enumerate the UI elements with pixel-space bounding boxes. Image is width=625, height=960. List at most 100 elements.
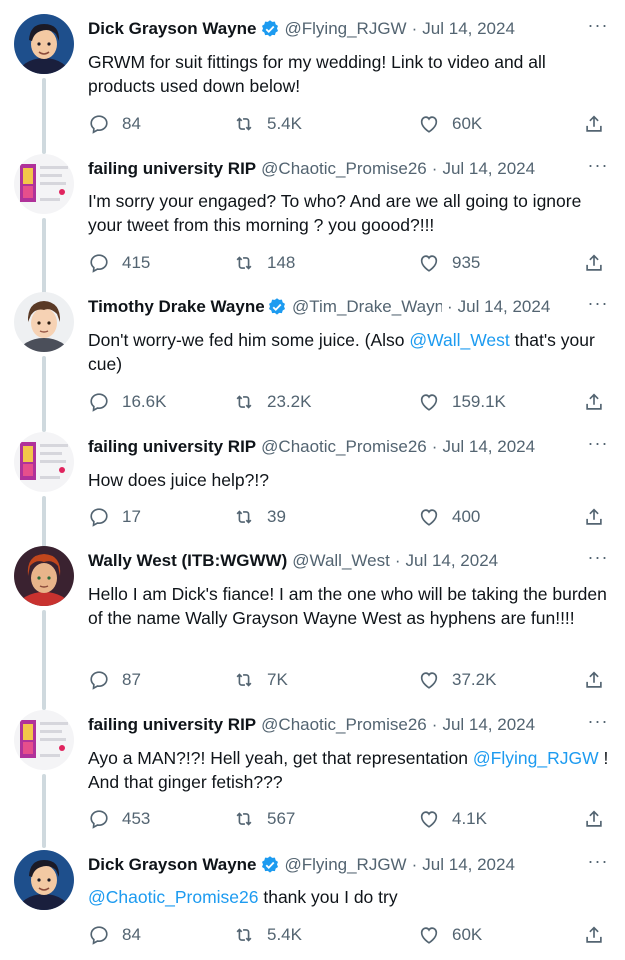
tweet-date[interactable]: Jul 14, 2024 [458, 297, 551, 317]
tweet-date[interactable]: Jul 14, 2024 [442, 715, 535, 735]
avatar[interactable] [14, 710, 74, 770]
mention-link[interactable]: @Flying_RJGW [473, 748, 599, 768]
like-button[interactable]: 4.1K [418, 807, 487, 831]
like-count: 4.1K [452, 809, 487, 828]
avatar[interactable] [14, 292, 74, 352]
share-button[interactable] [583, 112, 605, 136]
share-icon [586, 115, 602, 132]
retweet-count: 148 [267, 253, 296, 272]
author-name[interactable]: failing university RIP [88, 159, 256, 179]
mention-link[interactable]: @Chaotic_Promise26 [88, 887, 258, 907]
author-name[interactable]: Dick Grayson Wayne [88, 19, 257, 39]
reply-button[interactable]: 16.6K [88, 390, 166, 414]
author-handle[interactable]: @Chaotic_Promise26 [261, 437, 427, 457]
separator-dot: · [431, 715, 438, 734]
tweet-header: Wally West (ITB:WGWW) @Wall_West · Jul 1… [88, 546, 595, 576]
reply-count: 415 [122, 253, 151, 272]
more-options-icon[interactable]: ··· [587, 156, 609, 178]
more-options-icon[interactable]: ··· [587, 434, 609, 456]
thread-line [42, 356, 46, 432]
share-button[interactable] [583, 505, 605, 529]
verified-badge-icon [261, 20, 278, 37]
mention-link[interactable]: @Wall_West [409, 330, 509, 350]
like-count: 60K [452, 114, 483, 133]
author-name[interactable]: Timothy Drake Wayne [88, 297, 264, 317]
tweet-date[interactable]: Jul 14, 2024 [422, 19, 515, 39]
tweet-date[interactable]: Jul 14, 2024 [442, 159, 535, 179]
author-name[interactable]: failing university RIP [88, 715, 256, 735]
more-options-icon[interactable]: ··· [587, 294, 609, 316]
reply-button[interactable]: 17 [88, 505, 141, 529]
author-name[interactable]: Wally West (ITB:WGWW) [88, 551, 287, 571]
retweet-button[interactable]: 5.4K [233, 112, 302, 136]
tweet-header: failing university RIP @Chaotic_Promise2… [88, 710, 595, 740]
retweet-button[interactable]: 7K [233, 668, 288, 692]
heart-icon [420, 255, 438, 272]
tweet-date[interactable]: Jul 14, 2024 [442, 437, 535, 457]
reply-icon [90, 671, 108, 690]
author-handle[interactable]: @Chaotic_Promise26 [261, 715, 427, 735]
tweet-date[interactable]: Jul 14, 2024 [422, 855, 515, 875]
like-count: 400 [452, 507, 481, 526]
retweet-button[interactable]: 567 [233, 807, 295, 831]
tweet-actions: 17 39 400 [88, 505, 609, 529]
reply-button[interactable]: 84 [88, 112, 141, 136]
like-button[interactable]: 60K [418, 923, 482, 947]
more-options-icon[interactable]: ··· [587, 852, 609, 874]
tweet-date[interactable]: Jul 14, 2024 [406, 551, 499, 571]
avatar[interactable] [14, 546, 74, 606]
separator-dot: · [411, 855, 418, 874]
avatar[interactable] [14, 850, 74, 910]
tweet-text-part: Ayo a MAN?!?! Hell yeah, get that repres… [88, 748, 473, 768]
reply-icon [90, 115, 108, 134]
more-options-icon[interactable]: ··· [587, 16, 609, 38]
more-options-icon[interactable]: ··· [587, 548, 609, 570]
verified-badge-icon [269, 298, 285, 315]
reply-button[interactable]: 84 [88, 923, 141, 947]
reply-button[interactable]: 87 [88, 668, 141, 692]
heart-icon [420, 811, 438, 828]
author-handle[interactable]: @Chaotic_Promise26 [261, 159, 427, 179]
avatar[interactable] [14, 432, 74, 492]
tweet-header: failing university RIP @Chaotic_Promise2… [88, 432, 595, 462]
author-name[interactable]: failing university RIP [88, 437, 256, 457]
share-icon [586, 254, 602, 271]
retweet-count: 567 [267, 809, 296, 828]
more-options-icon[interactable]: ··· [587, 712, 609, 734]
thread-line [42, 78, 46, 154]
author-handle[interactable]: @Flying_RJGW [285, 19, 407, 39]
share-button[interactable] [583, 668, 605, 692]
avatar[interactable] [14, 154, 74, 214]
avatar[interactable] [14, 14, 74, 74]
tweet-text: Ayo a MAN?!?! Hell yeah, get that repres… [88, 746, 609, 794]
author-handle[interactable]: @Wall_West [292, 551, 390, 571]
author-name[interactable]: Dick Grayson Wayne [88, 855, 257, 875]
tweet-text-part: How does juice help?!? [88, 470, 269, 490]
retweet-count: 23.2K [267, 392, 312, 411]
share-button[interactable] [583, 251, 605, 275]
like-count: 60K [452, 925, 483, 944]
author-handle[interactable]: @Flying_RJGW [285, 855, 407, 875]
thread-line [42, 774, 46, 848]
heart-icon [420, 116, 438, 133]
reply-icon [90, 254, 108, 273]
retweet-icon [236, 673, 252, 687]
reply-button[interactable]: 453 [88, 807, 150, 831]
reply-button[interactable]: 415 [88, 251, 150, 275]
reply-count: 16.6K [122, 392, 167, 411]
share-button[interactable] [583, 807, 605, 831]
tweet-text-part: I'm sorry your engaged? To who? And are … [88, 191, 582, 235]
like-button[interactable]: 60K [418, 112, 482, 136]
like-button[interactable]: 37.2K [418, 668, 496, 692]
like-button[interactable]: 935 [418, 251, 480, 275]
share-button[interactable] [583, 923, 605, 947]
like-button[interactable]: 159.1K [418, 390, 506, 414]
like-button[interactable]: 400 [418, 505, 480, 529]
retweet-button[interactable]: 23.2K [233, 390, 311, 414]
retweet-button[interactable]: 39 [233, 505, 286, 529]
share-button[interactable] [583, 390, 605, 414]
author-handle[interactable]: @Tim_Drake_Wayne [292, 297, 442, 317]
retweet-button[interactable]: 148 [233, 251, 295, 275]
retweet-button[interactable]: 5.4K [233, 923, 302, 947]
reply-count: 84 [122, 114, 141, 133]
